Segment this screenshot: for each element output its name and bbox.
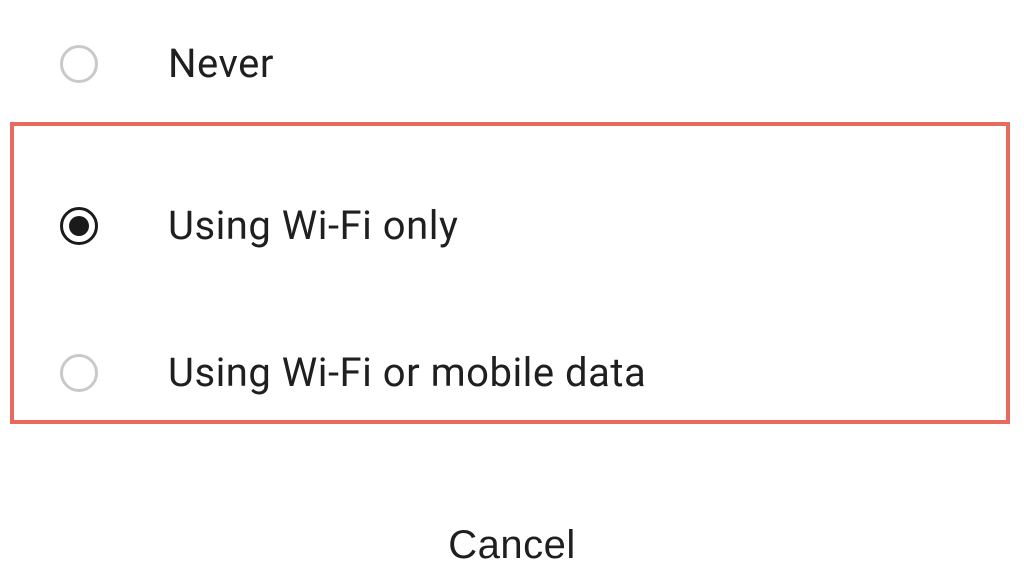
option-never-label: Never [168,40,274,87]
option-wifi-only-label: Using Wi-Fi only [168,202,458,249]
radio-wifi-or-mobile-icon [60,354,98,392]
cancel-area: Cancel [0,523,1024,588]
option-wifi-or-mobile[interactable]: Using Wi-Fi or mobile data [0,319,1024,426]
radio-never-icon [60,45,98,83]
radio-wifi-only-icon [60,207,98,245]
option-never[interactable]: Never [0,10,1024,117]
cancel-button[interactable]: Cancel [448,523,576,568]
option-wifi-or-mobile-label: Using Wi-Fi or mobile data [168,349,646,396]
option-wifi-only[interactable]: Using Wi-Fi only [0,172,1024,279]
